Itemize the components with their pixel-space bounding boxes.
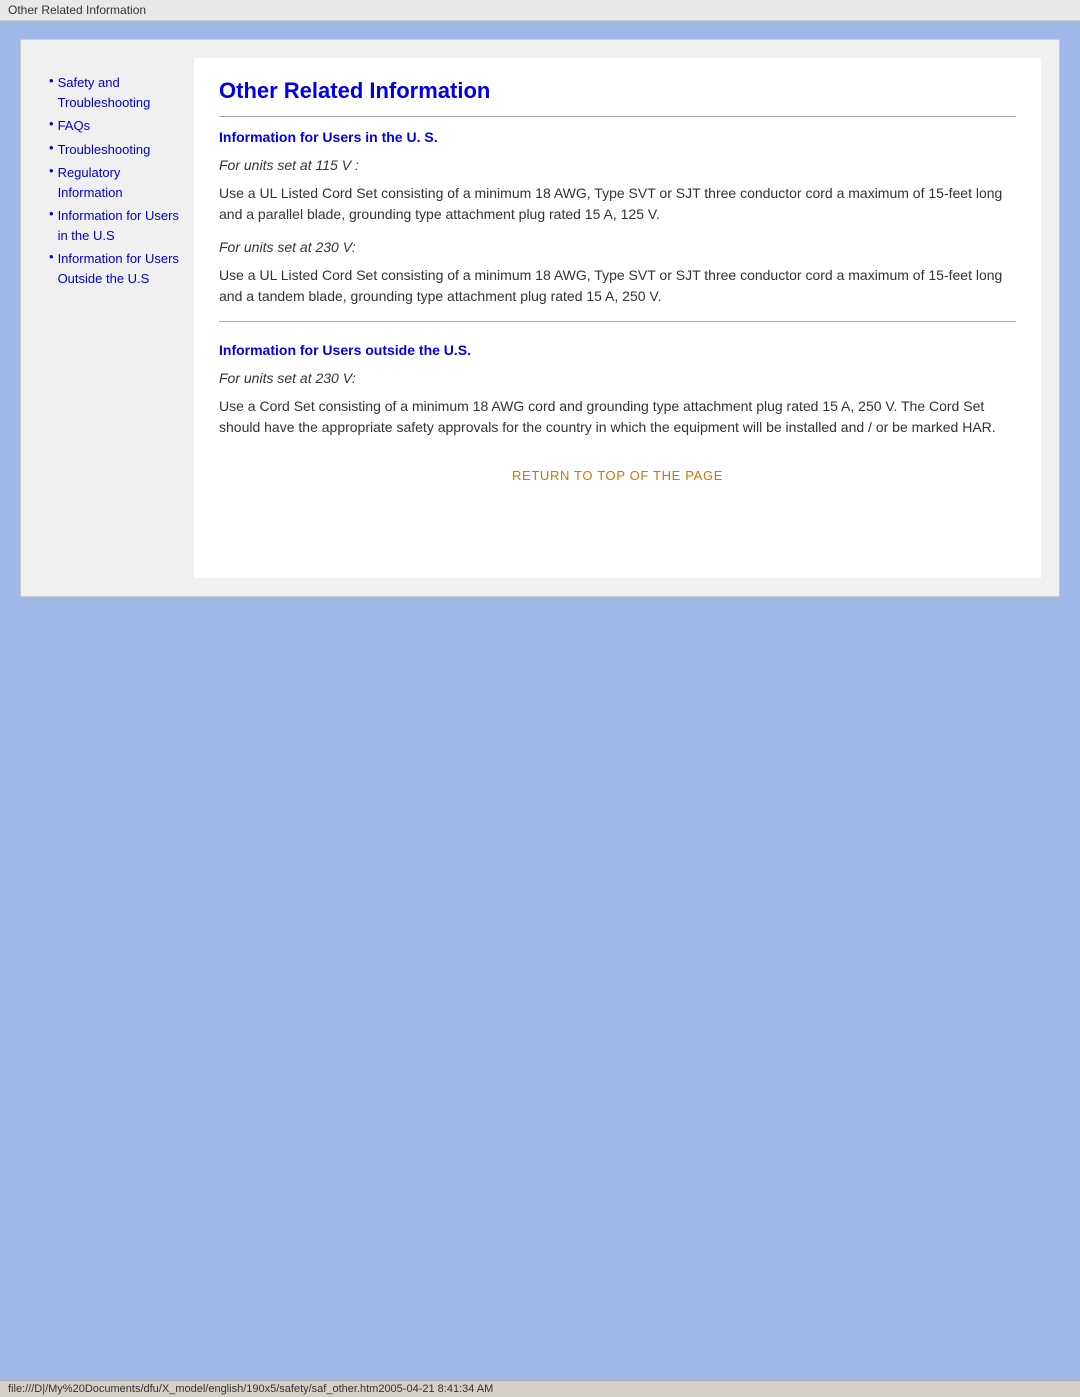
sidebar-item-troubleshooting[interactable]: • Troubleshooting [49,140,184,160]
status-bar: file:///D|/My%20Documents/dfu/X_model/en… [0,1380,1080,1397]
section1-body1: Use a UL Listed Cord Set consisting of a… [219,183,1016,225]
sidebar-link-regulatory[interactable]: Regulatory Information [58,163,184,202]
section2-subheading1: For units set at 230 V: [219,370,1016,386]
bullet-icon: • [49,206,54,221]
sidebar-link-troubleshooting[interactable]: Troubleshooting [58,140,151,160]
sidebar-item-info-us[interactable]: • Information for Users in the U.S [49,206,184,245]
section1-subheading1: For units set at 115 V : [219,157,1016,173]
section1-body2: Use a UL Listed Cord Set consisting of a… [219,265,1016,307]
bullet-icon: • [49,163,54,178]
section2-heading: Information for Users outside the U.S. [219,342,1016,358]
sidebar-item-regulatory[interactable]: • Regulatory Information [49,163,184,202]
section1-heading: Information for Users in the U. S. [219,129,1016,145]
bullet-icon: • [49,140,54,155]
main-content: Other Related Information Information fo… [194,58,1041,578]
divider-top [219,116,1016,117]
sidebar-item-faqs[interactable]: • FAQs [49,116,184,136]
divider-middle [219,321,1016,322]
title-bar-text: Other Related Information [8,3,146,17]
content-wrapper: • Safety and Troubleshooting • FAQs • Tr… [39,58,1041,578]
title-bar: Other Related Information [0,0,1080,21]
section2-body1: Use a Cord Set consisting of a minimum 1… [219,396,1016,438]
bullet-icon: • [49,116,54,131]
status-bar-text: file:///D|/My%20Documents/dfu/X_model/en… [8,1383,493,1395]
sidebar-link-info-us[interactable]: Information for Users in the U.S [58,206,184,245]
sidebar: • Safety and Troubleshooting • FAQs • Tr… [39,58,194,578]
sidebar-link-faqs[interactable]: FAQs [58,116,91,136]
return-to-top-link[interactable]: RETURN TO TOP OF THE PAGE [219,468,1016,483]
section2: Information for Users outside the U.S. F… [219,342,1016,438]
page-title: Other Related Information [219,78,1016,104]
browser-window: • Safety and Troubleshooting • FAQs • Tr… [20,39,1060,597]
sidebar-item-safety[interactable]: • Safety and Troubleshooting [49,73,184,112]
sidebar-link-safety[interactable]: Safety and Troubleshooting [58,73,184,112]
bullet-icon: • [49,249,54,264]
bullet-icon: • [49,73,54,88]
sidebar-item-info-outside-us[interactable]: • Information for Users Outside the U.S [49,249,184,288]
section1-subheading2: For units set at 230 V: [219,239,1016,255]
sidebar-link-info-outside-us[interactable]: Information for Users Outside the U.S [58,249,184,288]
